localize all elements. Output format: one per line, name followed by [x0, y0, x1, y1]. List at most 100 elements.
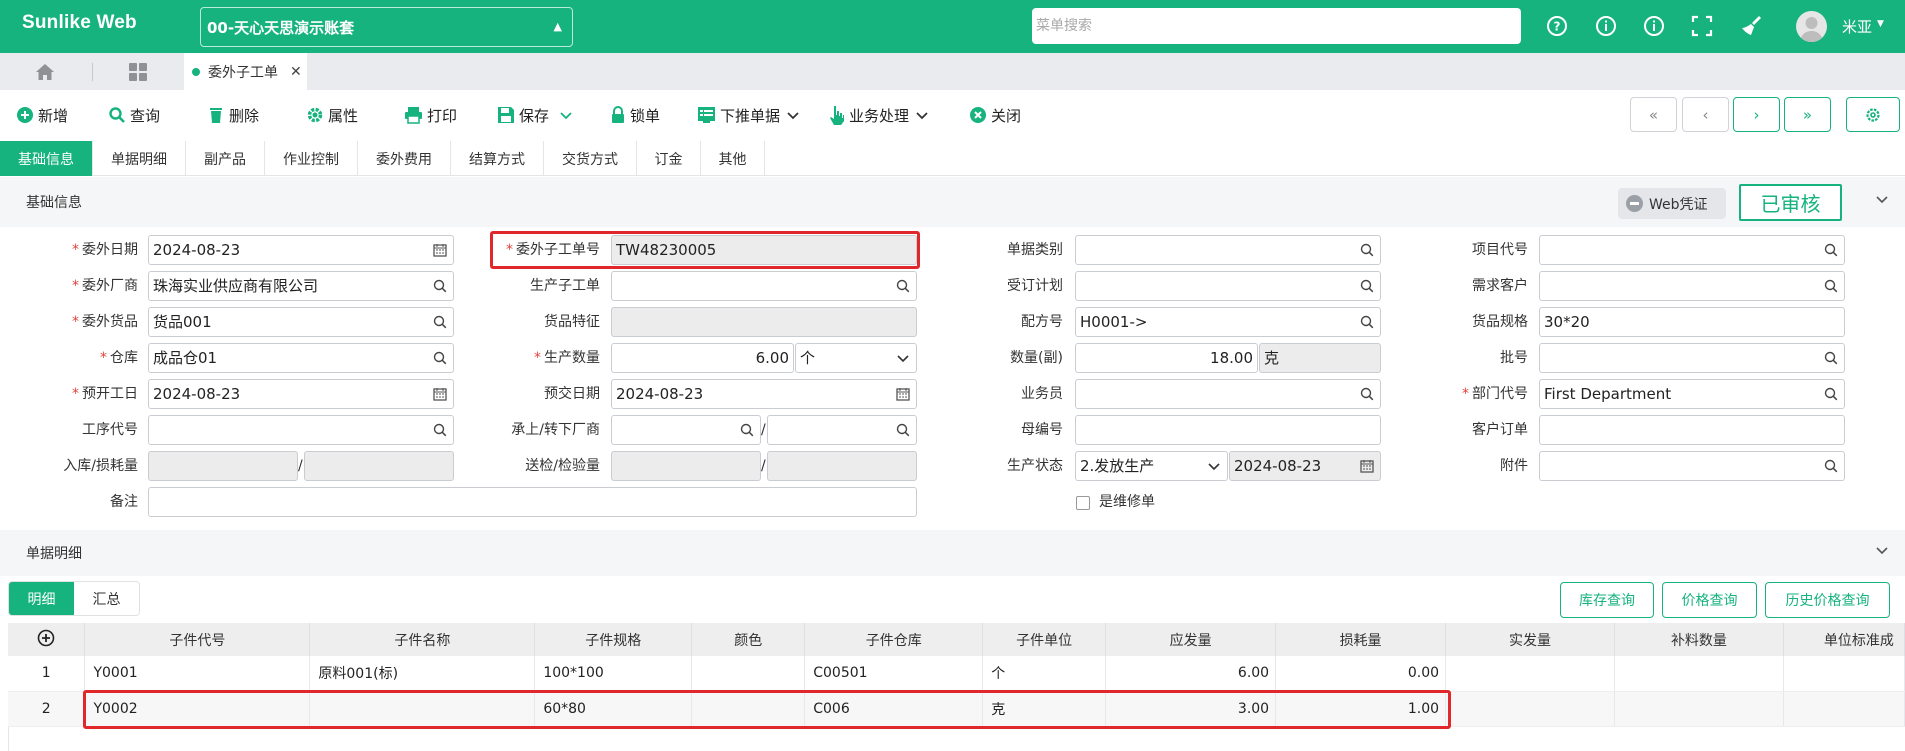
cell-supplement[interactable] [1614, 656, 1784, 692]
next-record-button[interactable]: › [1733, 97, 1780, 132]
col-header[interactable]: 子件单位 [982, 623, 1107, 656]
cell-actual[interactable] [1445, 691, 1615, 727]
lock-button[interactable]: 锁单 [610, 104, 660, 126]
col-header[interactable]: 实发量 [1445, 623, 1615, 656]
delete-button[interactable]: 删除 [207, 104, 259, 126]
col-header[interactable]: 应发量 [1105, 623, 1277, 656]
web-voucher-button[interactable]: Web凭证 [1618, 188, 1726, 219]
col-header[interactable]: 子件仓库 [804, 623, 984, 656]
col-header[interactable]: 单位标准成 [1783, 623, 1905, 656]
prev-record-button[interactable]: ‹ [1682, 97, 1729, 132]
process-code-field[interactable] [148, 415, 454, 445]
cell-std-cost[interactable] [1783, 656, 1905, 692]
help-circle-icon[interactable]: ? [1545, 14, 1569, 38]
business-button[interactable]: 业务处理 [829, 104, 933, 126]
menu-search-box[interactable] [1032, 8, 1521, 44]
about-circle-icon[interactable] [1642, 14, 1666, 38]
caret-down-icon[interactable]: ▼ [1877, 19, 1884, 29]
cell-loss[interactable]: 0.00 [1275, 656, 1447, 692]
menu-search-input[interactable] [1032, 8, 1521, 44]
tab-detail[interactable]: 单据明细 [93, 141, 186, 176]
salesperson-field[interactable] [1075, 379, 1381, 409]
goods-field[interactable]: 货品001 [148, 307, 454, 337]
goods-spec-field[interactable]: 30*20 [1539, 307, 1845, 337]
table-row[interactable]: 1 Y0001 原料001(标) 100*100 C00501 个 6.00 0… [8, 656, 1905, 692]
tab-operation-control[interactable]: 作业控制 [265, 141, 358, 176]
properties-button[interactable]: 属性 [306, 104, 358, 126]
col-header[interactable]: 子件规格 [534, 623, 693, 656]
parent-no-field[interactable] [1075, 415, 1381, 445]
department-field[interactable]: First Department [1539, 379, 1845, 409]
cell-supplement[interactable] [1614, 691, 1784, 727]
cell-qty[interactable]: 6.00 [1105, 656, 1277, 692]
document-type-field[interactable] [1075, 235, 1381, 265]
tab-other[interactable]: 其他 [701, 141, 765, 176]
col-header[interactable]: 补料数量 [1614, 623, 1784, 656]
cell-actual[interactable] [1445, 656, 1615, 692]
user-avatar[interactable] [1796, 11, 1827, 42]
tab-basic-info[interactable]: 基础信息 [0, 141, 93, 176]
add-row-icon[interactable] [8, 623, 86, 656]
demand-customer-field[interactable] [1539, 271, 1845, 301]
repair-order-checkbox[interactable] [1076, 496, 1090, 510]
batch-no-field[interactable] [1539, 343, 1845, 373]
save-button[interactable]: 保存 [497, 104, 577, 126]
history-price-query-button[interactable]: 历史价格查询 [1765, 582, 1890, 618]
settings-button[interactable] [1846, 97, 1900, 132]
home-icon[interactable] [0, 53, 90, 90]
supplier-field[interactable]: 珠海实业供应商有限公司 [148, 271, 454, 301]
info-circle-icon[interactable] [1594, 14, 1618, 38]
remark-field[interactable] [148, 487, 917, 517]
broom-icon[interactable] [1739, 14, 1763, 38]
first-record-button[interactable]: « [1630, 97, 1677, 132]
production-status-select[interactable]: 2.发放生产 [1075, 451, 1228, 481]
col-header[interactable]: 颜色 [691, 623, 806, 656]
tab-byproduct[interactable]: 副产品 [186, 141, 265, 176]
upstream-vendor-field[interactable] [611, 415, 761, 445]
user-name[interactable]: 米亚 [1842, 16, 1872, 37]
production-sub-order-field[interactable] [611, 271, 917, 301]
cell-code[interactable]: Y0001 [84, 656, 311, 692]
account-select[interactable]: 00-天心天思演示账套 ▲ [200, 7, 573, 47]
formula-no-field[interactable]: H0001-> [1075, 307, 1381, 337]
fullscreen-icon[interactable] [1690, 14, 1714, 38]
last-record-button[interactable]: » [1784, 97, 1831, 132]
grid-apps-icon[interactable] [108, 53, 168, 90]
subtab-detail[interactable]: 明细 [9, 582, 74, 615]
tab-settlement[interactable]: 结算方式 [451, 141, 544, 176]
customer-order-field[interactable] [1539, 415, 1845, 445]
order-plan-field[interactable] [1075, 271, 1381, 301]
tab-deposit[interactable]: 订金 [637, 141, 701, 176]
query-button[interactable]: 查询 [108, 104, 160, 126]
outsource-date-field[interactable]: 2024-08-23 [148, 235, 454, 265]
price-query-button[interactable]: 价格查询 [1662, 582, 1757, 618]
attachment-field[interactable] [1539, 451, 1845, 481]
col-header[interactable]: 子件代号 [84, 623, 311, 656]
add-button[interactable]: 新增 [16, 104, 68, 126]
cell-name[interactable]: 原料001(标) [309, 656, 536, 692]
cell-color[interactable] [691, 656, 806, 692]
close-button[interactable]: 关闭 [969, 104, 1021, 126]
unit-select[interactable]: 个 [795, 343, 917, 373]
stock-query-button[interactable]: 库存查询 [1560, 582, 1654, 618]
project-code-field[interactable] [1539, 235, 1845, 265]
col-header[interactable]: 损耗量 [1275, 623, 1447, 656]
secondary-qty-field[interactable]: 18.00 [1075, 343, 1258, 373]
tab-outsource-sub-order[interactable]: 委外子工单 ✕ [184, 53, 307, 90]
print-button[interactable]: 打印 [404, 104, 457, 126]
downstream-vendor-field[interactable] [767, 415, 917, 445]
tab-delivery[interactable]: 交货方式 [544, 141, 637, 176]
push-down-button[interactable]: 下推单据 [697, 104, 804, 126]
chevron-down-icon[interactable] [1875, 192, 1889, 210]
tab-outsource-cost[interactable]: 委外费用 [358, 141, 451, 176]
production-qty-field[interactable]: 6.00 [611, 343, 794, 373]
chevron-down-icon[interactable] [1875, 543, 1889, 561]
subtab-summary[interactable]: 汇总 [74, 582, 139, 615]
close-icon[interactable]: ✕ [290, 64, 302, 80]
cell-std-cost[interactable] [1783, 691, 1905, 727]
planned-start-date-field[interactable]: 2024-08-23 [148, 379, 454, 409]
cell-unit[interactable]: 个 [982, 656, 1107, 692]
warehouse-field[interactable]: 成品仓01 [148, 343, 454, 373]
delivery-date-field[interactable]: 2024-08-23 [611, 379, 917, 409]
cell-spec[interactable]: 100*100 [534, 656, 693, 692]
